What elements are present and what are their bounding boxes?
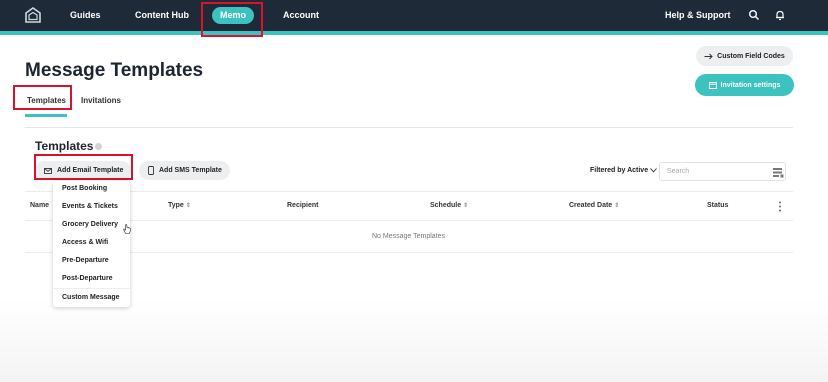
invitation-settings-label: Invitation settings	[720, 81, 781, 89]
column-header-name[interactable]: Name	[30, 202, 49, 209]
filter-settings-icon[interactable]	[773, 168, 784, 178]
nav-item-content-hub[interactable]: Content Hub	[135, 10, 189, 20]
bell-icon[interactable]	[774, 9, 786, 21]
invitation-settings-button[interactable]: Invitation settings	[695, 74, 794, 96]
custom-field-codes-button[interactable]: Custom Field Codes	[696, 46, 793, 66]
nav-item-guides[interactable]: Guides	[70, 10, 101, 20]
arrow-right-icon	[704, 53, 713, 59]
table-header-border	[25, 220, 793, 221]
highlight-box-templates-tab	[13, 85, 72, 110]
custom-field-codes-label: Custom Field Codes	[717, 52, 785, 60]
status-filter-label: Filtered by Active	[590, 167, 649, 174]
empty-table-message: No Message Templates	[372, 233, 446, 240]
add-email-template-menu: Post Booking Events & Tickets Grocery De…	[53, 181, 130, 307]
hand-cursor-icon	[123, 224, 131, 234]
column-header-type-label: Type	[168, 202, 184, 209]
search-input[interactable]: Search	[659, 162, 786, 181]
menu-divider	[53, 288, 130, 289]
column-header-recipient: Recipient	[287, 202, 319, 209]
column-header-created-date-label: Created Date	[569, 202, 613, 209]
home-logo-icon[interactable]	[24, 6, 42, 24]
sort-icon: ⇕	[185, 203, 191, 209]
tab-active-indicator	[25, 114, 67, 117]
add-sms-template-button[interactable]: Add SMS Template	[139, 161, 230, 180]
menu-item-pre-departure[interactable]: Pre-Departure	[62, 257, 109, 264]
column-header-status: Status	[707, 202, 729, 209]
chevron-down-icon	[650, 167, 657, 173]
menu-item-events-tickets[interactable]: Events & Tickets	[62, 203, 118, 210]
calendar-icon	[708, 82, 717, 89]
menu-item-custom-message[interactable]: Custom Message	[62, 294, 120, 301]
nav-item-account[interactable]: Account	[283, 10, 319, 20]
section-title: Templates	[35, 139, 94, 153]
info-icon[interactable]	[95, 143, 102, 150]
column-header-schedule[interactable]: Schedule ⇕	[430, 202, 468, 209]
column-header-type[interactable]: Type ⇕	[168, 202, 191, 209]
table-bottom-border	[25, 252, 793, 253]
menu-item-post-departure[interactable]: Post-Departure	[62, 275, 113, 282]
header-divider	[25, 127, 793, 128]
menu-item-access-wifi[interactable]: Access & Wifi	[62, 239, 108, 246]
column-header-schedule-label: Schedule	[430, 202, 462, 209]
column-header-created-date[interactable]: Created Date ⇕	[569, 202, 619, 209]
status-filter-dropdown[interactable]: Filtered by Active	[590, 167, 657, 174]
table-top-border	[25, 191, 793, 192]
more-options-icon[interactable]	[778, 201, 782, 212]
highlight-box-memo	[201, 2, 263, 37]
add-sms-template-label: Add SMS Template	[159, 167, 222, 174]
accent-strip	[0, 31, 828, 35]
sort-icon: ⇕	[614, 203, 620, 209]
search-icon[interactable]	[748, 9, 760, 21]
page-title: Message Templates	[25, 60, 204, 81]
tab-invitations[interactable]: Invitations	[81, 96, 121, 105]
menu-item-grocery-delivery[interactable]: Grocery Delivery	[62, 221, 118, 228]
phone-icon	[148, 166, 154, 175]
help-support-link[interactable]: Help & Support	[665, 10, 731, 20]
menu-item-post-booking[interactable]: Post Booking	[62, 185, 107, 192]
sort-icon: ⇕	[463, 203, 469, 209]
highlight-box-add-email	[34, 154, 133, 180]
